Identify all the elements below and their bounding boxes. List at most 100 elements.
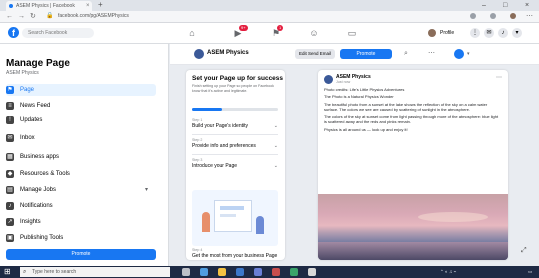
apps-icon: ▦ xyxy=(6,153,14,161)
forward-arrow-icon[interactable]: → xyxy=(18,12,25,21)
notifications-icon[interactable]: ♪ xyxy=(498,28,508,38)
sidebar-item-resources[interactable]: ◆ Resources & Tools xyxy=(6,168,156,180)
mail-icon[interactable] xyxy=(254,268,262,276)
chevron-down-icon: ⌄ xyxy=(273,163,278,169)
sidebar-promote-button[interactable]: Promote xyxy=(6,249,156,260)
edit-send-email-button[interactable]: Edit Send Email xyxy=(295,49,335,59)
pages-icon[interactable]: ⚑ 1 xyxy=(270,25,284,38)
edge-icon[interactable] xyxy=(200,268,208,276)
step-meta: Step 2 xyxy=(192,138,203,142)
account-menu-icon[interactable]: ▾ xyxy=(512,28,522,38)
post-paragraph: The colors of the sky at sunset come fro… xyxy=(324,114,499,125)
facebook-logo[interactable]: f xyxy=(8,27,19,38)
sidebar-item-label: Business apps xyxy=(20,154,60,160)
chevron-down-icon[interactable]: ▾ xyxy=(145,184,148,196)
maximize-button[interactable]: □ xyxy=(503,0,507,11)
dropdown-chevron-icon[interactable]: ▾ xyxy=(467,49,470,59)
sidebar-item-insights[interactable]: ↗ Insights xyxy=(6,216,156,228)
post-body: Photo credits: Life's Little Physics Adv… xyxy=(324,87,502,134)
more-options-icon[interactable]: ⋯ xyxy=(428,49,435,59)
chevron-down-icon: ⌄ xyxy=(273,123,278,129)
task-view-icon[interactable] xyxy=(182,268,190,276)
post-paragraph: Physics is all around us — look up and e… xyxy=(324,126,408,132)
post-more-options-icon[interactable]: ⋯ xyxy=(496,74,502,81)
home-icon[interactable]: ⌂ xyxy=(186,28,198,38)
setup-footer-label[interactable]: Get the most from your business Page xyxy=(192,253,278,259)
chevron-down-icon: ⌄ xyxy=(273,143,278,149)
setup-step-identity[interactable]: Step 1 Build your Page's identity ⌄ xyxy=(192,118,278,129)
profile-chip[interactable]: Profile xyxy=(428,28,454,38)
jobs-icon: ▤ xyxy=(6,186,14,194)
resources-icon: ◆ xyxy=(6,170,14,178)
new-tab-button[interactable]: + xyxy=(98,0,103,9)
tab-close-icon[interactable]: × xyxy=(86,1,90,11)
sidebar-item-inbox[interactable]: ✉ Inbox xyxy=(6,132,156,144)
browser-profile-icon[interactable] xyxy=(510,13,516,19)
setup-title: Set your Page up for success xyxy=(192,75,284,82)
gaming-icon[interactable]: ▭ xyxy=(346,28,358,38)
promote-button[interactable]: Promote xyxy=(340,49,392,59)
notification-center-icon[interactable]: ▭ xyxy=(528,266,532,278)
setup-step-introduce[interactable]: Step 3 Introduce your Page ⌄ xyxy=(192,158,278,169)
browser-menu-icon[interactable]: ⋯ xyxy=(526,12,533,21)
back-arrow-icon[interactable]: ← xyxy=(6,12,13,21)
sidebar-item-page[interactable]: ⚑ Page xyxy=(6,84,156,96)
browser-tab[interactable]: ASEM Physics | Facebook × xyxy=(6,1,92,11)
app-icon[interactable] xyxy=(272,268,280,276)
page-avatar[interactable] xyxy=(194,49,204,59)
minimize-button[interactable]: – xyxy=(482,0,486,11)
tray-icons[interactable]: ⌃ ◐ ♫ ⌁ xyxy=(440,266,456,278)
sidebar-item-manage-jobs[interactable]: ▤ Manage Jobs ▾ xyxy=(6,184,156,196)
page-menu-button[interactable] xyxy=(454,49,464,59)
reload-icon[interactable]: ↻ xyxy=(30,12,36,21)
sidebar-item-label: Inbox xyxy=(20,135,35,141)
windows-start-icon[interactable]: ⊞ xyxy=(4,268,12,276)
insights-icon: ↗ xyxy=(6,218,14,226)
sidebar-item-updates[interactable]: ! Updates xyxy=(6,114,156,126)
url-field[interactable]: facebook.com/pg/ASEMPhysics xyxy=(58,13,438,20)
app-icon[interactable] xyxy=(290,268,298,276)
watch-badge: 9+ xyxy=(239,25,248,31)
search-icon[interactable]: ⌕ xyxy=(404,49,408,59)
facebook-top-bar: f ⌂ ▶ 9+ ⚑ 1 ☺ ▭ Profile ⋮ ✉ ♪ ▾ xyxy=(0,23,539,44)
expand-icon[interactable]: ⤢ xyxy=(521,247,527,255)
facebook-search-input[interactable] xyxy=(22,28,94,38)
sidebar-item-publishing-tools[interactable]: ▣ Publishing Tools xyxy=(6,232,156,244)
sidebar-item-news-feed[interactable]: ≡ News Feed xyxy=(6,100,156,112)
bell-icon: ♪ xyxy=(6,202,14,210)
post-author-avatar[interactable] xyxy=(324,75,333,84)
groups-icon[interactable]: ☺ xyxy=(308,28,320,38)
favorites-icon[interactable] xyxy=(490,13,496,19)
inbox-icon: ✉ xyxy=(6,134,14,142)
divider xyxy=(192,154,278,155)
pages-badge: 1 xyxy=(277,25,284,31)
post-timestamp[interactable]: Just now xyxy=(336,80,350,84)
file-explorer-icon[interactable] xyxy=(218,268,226,276)
setup-step-info[interactable]: Step 2 Provide info and preferences ⌄ xyxy=(192,138,278,149)
menu-grid-icon[interactable]: ⋮ xyxy=(470,28,480,38)
step-label: Build your Page's identity xyxy=(192,123,248,129)
sidebar-item-label: Resources & Tools xyxy=(20,171,70,177)
sidebar-item-notifications[interactable]: ♪ Notifications xyxy=(6,200,156,212)
store-icon[interactable] xyxy=(236,268,244,276)
page-name[interactable]: ASEM Physics xyxy=(207,50,249,56)
updates-icon: ! xyxy=(6,116,14,124)
app-icon[interactable] xyxy=(308,268,316,276)
avatar xyxy=(428,29,436,37)
setup-progress-bar xyxy=(192,108,278,111)
lock-icon: 🔒 xyxy=(46,13,54,19)
profile-name: Profile xyxy=(440,30,455,36)
post-paragraph: The Photo is a Natural Physics Wonder xyxy=(324,94,394,100)
setup-footer-meta: Step 4 xyxy=(192,248,203,252)
post-image[interactable] xyxy=(318,194,508,260)
newsfeed-icon: ≡ xyxy=(6,102,14,110)
sidebar-item-label: Updates xyxy=(20,117,43,123)
sidebar-item-business-apps[interactable]: ▦ Business apps xyxy=(6,151,156,163)
extensions-icon[interactable] xyxy=(470,13,476,19)
page-post-card: ASEM Physics Just now ⋯ Photo credits: L… xyxy=(318,70,508,260)
messenger-icon[interactable]: ✉ xyxy=(484,28,494,38)
close-window-button[interactable]: × xyxy=(525,0,529,11)
page-setup-card: Set your Page up for success Finish sett… xyxy=(186,70,285,260)
watch-icon[interactable]: ▶ 9+ xyxy=(232,25,248,38)
taskbar-search[interactable]: ⌕ Type here to search xyxy=(20,267,170,277)
